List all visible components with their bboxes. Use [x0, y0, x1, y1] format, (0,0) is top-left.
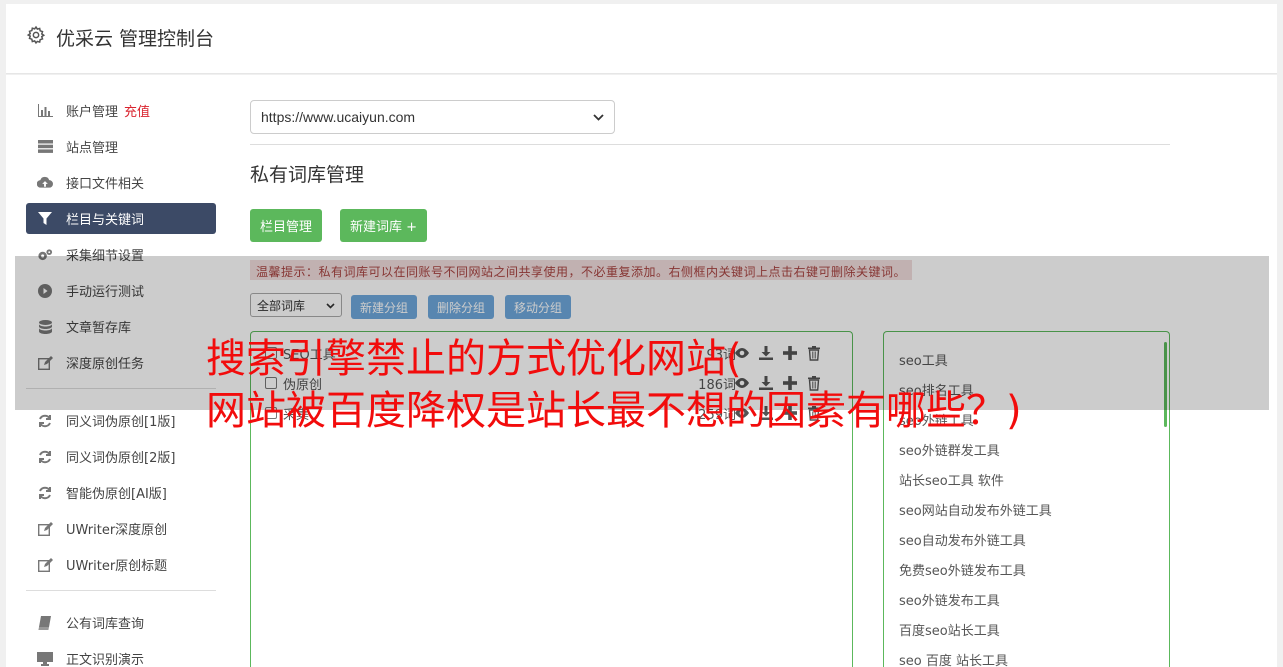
sidebar-item-label: 接口文件相关: [66, 177, 145, 192]
sidebar-item-synonym-v2[interactable]: 同义词伪原创[2版]: [26, 441, 216, 472]
sidebar-item-label: 正文识别演示: [66, 653, 145, 667]
filter-icon: [37, 212, 53, 226]
keyword-item[interactable]: seo自动发布外链工具: [899, 524, 1052, 554]
refresh-icon: [37, 414, 53, 428]
keyword-item[interactable]: seo网站自动发布外链工具: [899, 494, 1052, 524]
headline-line-1: 搜索引擎禁止的方式优化网站(: [206, 336, 742, 382]
sidebar-item-public-lib[interactable]: 公有词库查询: [26, 607, 216, 638]
server-icon: [37, 140, 53, 154]
keyword-item[interactable]: seo外链发布工具: [899, 584, 1052, 614]
sidebar-item-label: 站点管理: [66, 141, 119, 156]
divider: [250, 144, 1170, 145]
sidebar-item-interface[interactable]: 接口文件相关: [26, 167, 216, 198]
sidebar-item-columns-keywords[interactable]: 栏目与关键词: [26, 203, 216, 234]
headline-line-2: 网站被百度降权是站长最不想的因素有哪些？): [206, 388, 1022, 434]
edit-icon: [37, 521, 53, 536]
sidebar-item-label: 账户管理: [66, 105, 119, 120]
keyword-item[interactable]: 百度seo站长工具: [899, 614, 1052, 644]
refresh-icon: [37, 450, 53, 464]
keyword-item[interactable]: seo外链群发工具: [899, 434, 1052, 464]
site-select-value: https://www.ucaiyun.com: [261, 109, 416, 125]
console-title: 优采云 管理控制台: [56, 28, 215, 50]
page-title: 私有词库管理: [250, 164, 365, 186]
refresh-icon: [37, 486, 53, 500]
recharge-link[interactable]: 充值: [124, 101, 150, 120]
overlay-headline: 搜索引擎禁止的方式优化网站( 网站被百度降权是站长最不想的因素有哪些？): [206, 333, 1022, 437]
sidebar-item-ai-original[interactable]: 智能伪原创[AI版]: [26, 477, 216, 508]
keyword-item[interactable]: seo 百度 站长工具: [899, 644, 1052, 667]
gear-icon: [26, 25, 46, 45]
sidebar-item-text-recognition[interactable]: 正文识别演示: [26, 643, 216, 667]
sidebar-item-label: 智能伪原创[AI版]: [66, 487, 167, 502]
chevron-down-icon: [593, 110, 604, 124]
site-select[interactable]: https://www.ucaiyun.com: [250, 100, 615, 134]
sidebar-item-uwriter-deep[interactable]: UWriter深度原创: [26, 513, 216, 544]
book-icon: [37, 615, 53, 630]
keyword-item[interactable]: 免费seo外链发布工具: [899, 554, 1052, 584]
column-manage-button[interactable]: 栏目管理: [250, 209, 323, 242]
sidebar-item-sites[interactable]: 站点管理: [26, 131, 216, 162]
sidebar-item-label: 同义词伪原创[2版]: [66, 451, 176, 466]
sidebar-item-label: 同义词伪原创[1版]: [66, 415, 176, 430]
sidebar-divider: [26, 590, 216, 591]
cloud-upload-icon: [37, 176, 53, 190]
sidebar-item-label: 栏目与关键词: [66, 213, 145, 228]
top-header: 优采云 管理控制台: [6, 4, 1277, 74]
new-library-button[interactable]: 新建词库 +: [340, 209, 428, 242]
bar-chart-icon: [37, 104, 53, 118]
edit-icon: [37, 557, 53, 572]
keyword-item[interactable]: 站长seo工具 软件: [899, 464, 1052, 494]
sidebar-item-uwriter-title[interactable]: UWriter原创标题: [26, 549, 216, 580]
monitor-icon: [37, 651, 53, 666]
sidebar-item-label: 公有词库查询: [66, 617, 145, 632]
sidebar-item-label: UWriter原创标题: [66, 559, 168, 574]
sidebar-item-label: UWriter深度原创: [66, 523, 168, 538]
sidebar-item-account[interactable]: 账户管理 充值: [26, 95, 216, 126]
